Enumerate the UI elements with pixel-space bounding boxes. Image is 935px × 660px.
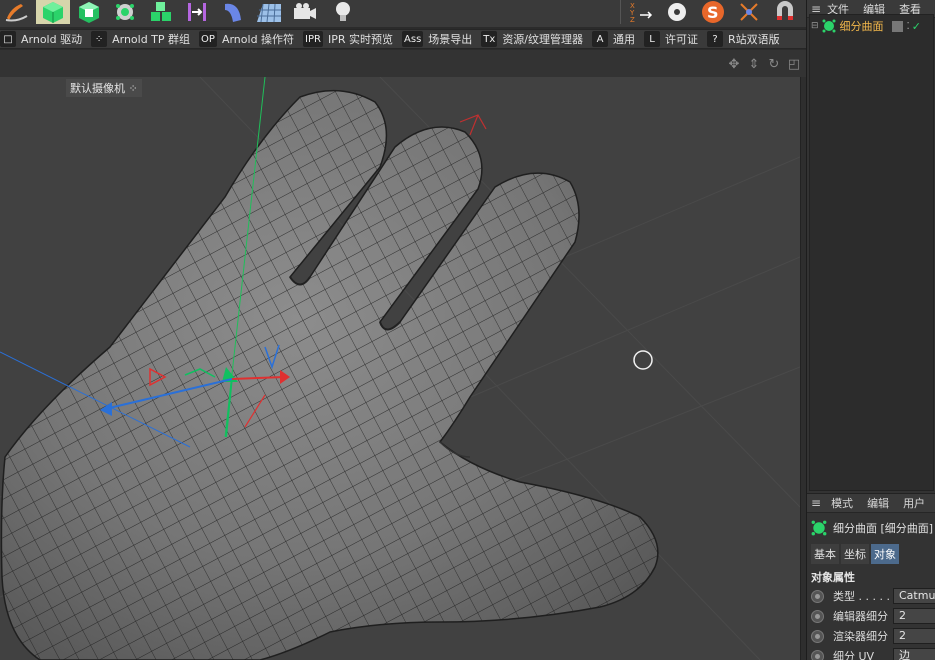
section-heading: 对象属性 [811, 571, 855, 584]
hierarchy-branch-icon: ⊟ [811, 21, 819, 31]
tab-basic[interactable]: 基本 [811, 544, 839, 564]
brush-icon[interactable] [0, 0, 34, 24]
render-subdiv-field[interactable]: 2 [893, 628, 935, 644]
plugin-item[interactable]: A 通用 [592, 30, 644, 48]
object-row-subdivision[interactable]: ⊟ 细分曲面 ⁚ ✓ [807, 16, 935, 36]
prop-type: 类型 . . . . . Catmull [811, 587, 935, 605]
rotate-view-icon[interactable]: ↻ [766, 56, 782, 72]
prop-label: 类型 . . . . . [833, 590, 890, 603]
plugin-icon: Ass [402, 31, 424, 47]
move-view-icon[interactable]: ✥ [726, 56, 742, 72]
object-name[interactable]: 细分曲面 [840, 18, 884, 34]
plugin-label: Arnold 驱动 [21, 33, 83, 46]
editor-subdiv-field[interactable]: 2 [893, 608, 935, 624]
zoom-view-icon[interactable]: ⇕ [746, 56, 762, 72]
light-bulb-icon[interactable] [326, 0, 360, 24]
cubes-icon[interactable] [144, 0, 178, 24]
attribute-tabs: 基本 坐标 对象 [811, 544, 899, 564]
attribute-title-text: 细分曲面 [细分曲面] [833, 522, 934, 535]
plugin-icon: Tx [481, 31, 498, 47]
tab-object[interactable]: 对象 [871, 544, 899, 564]
plugin-item[interactable]: ⁘ Arnold TP 群组 [91, 30, 199, 48]
keyframe-radio[interactable] [811, 609, 824, 623]
plugin-item[interactable]: Ass 场景导出 [402, 30, 481, 48]
gear-cube-icon[interactable] [108, 0, 142, 24]
plugin-menu-bar: □ Arnold 驱动 ⁘ Arnold TP 群组 OP Arnold 操作符 IPR IP… [0, 29, 806, 49]
plugin-label: IPR 实时预览 [327, 33, 394, 46]
plugin-icon: ⁘ [91, 31, 108, 47]
keyframe-radio[interactable] [811, 629, 824, 643]
prop-label: 渲染器细分 [833, 630, 888, 643]
right-panel: ≡ 文件 编辑 查看 ⊟ 细分曲面 ⁚ ✓ ≡ 模式 编辑 用户 细分曲面 [细… [806, 0, 935, 660]
app-window: XYZ S □ Arnold 驱动 ⁘ Arnold TP 群组 OP Arnold 操作… [0, 0, 935, 660]
camera-label-text: 默认摄像机 [70, 82, 125, 95]
plugin-icon: L [644, 31, 661, 47]
bracket-icon[interactable] [180, 0, 214, 24]
plugin-item[interactable]: ? R站双语版 [707, 30, 789, 48]
plugin-icon: A [592, 31, 609, 47]
magnet-icon[interactable] [768, 0, 802, 24]
plugin-icon: □ [0, 31, 16, 47]
maximize-view-icon[interactable]: ◰ [786, 56, 802, 72]
plugin-label: 资源/纹理管理器 [502, 33, 584, 46]
cube-selected-icon[interactable] [36, 0, 70, 24]
viewport-header: ✥ ⇕ ↻ ◰ [0, 50, 806, 77]
prop-label: 细分 UV [833, 650, 875, 660]
plugin-label: R站双语版 [728, 33, 780, 46]
cube-icon[interactable] [72, 0, 106, 24]
plugin-item[interactable]: IPR IPR 实时预览 [303, 30, 402, 48]
svg-text:Z: Z [630, 16, 635, 24]
visibility-dots-icon[interactable]: ⁚ [907, 21, 910, 32]
menu-mode[interactable]: 模式 [831, 495, 853, 511]
plugin-label: 场景导出 [428, 33, 473, 46]
cursor-circle-icon [633, 350, 653, 370]
plugin-label: Arnold 操作符 [221, 33, 295, 46]
camera-label[interactable]: 默认摄像机 ⁘ [66, 79, 142, 97]
menu-edit[interactable]: 编辑 [867, 495, 889, 511]
edit-tag-icon[interactable] [891, 20, 903, 32]
camera-small-icon: ⁘ [128, 82, 138, 95]
prop-render-subdiv: 渲染器细分 2 [811, 627, 935, 645]
object-list[interactable] [809, 14, 934, 491]
prop-label: 编辑器细分 [833, 610, 888, 623]
keyframe-radio[interactable] [811, 589, 824, 603]
plugin-label: 通用 [613, 33, 636, 46]
top-toolbar: XYZ S [0, 0, 806, 27]
attribute-manager-menu: ≡ 模式 编辑 用户 [807, 493, 935, 513]
plugin-icon: OP [199, 31, 217, 47]
gear-icon[interactable] [660, 0, 694, 24]
enabled-check-icon[interactable]: ✓ [912, 20, 921, 33]
prop-editor-subdiv: 编辑器细分 2 [811, 607, 935, 625]
plugin-item[interactable]: Tx 资源/纹理管理器 [481, 30, 592, 48]
keyframe-radio[interactable] [811, 649, 824, 660]
attribute-title: 细分曲面 [细分曲面] [811, 520, 933, 536]
plugin-label: 许可证 [665, 33, 699, 46]
3d-viewport[interactable]: 默认摄像机 ⁘ [0, 77, 800, 660]
floor-grid-icon[interactable] [252, 0, 286, 24]
subdiv-uv-dropdown[interactable]: 边 [893, 648, 935, 660]
hand-mesh[interactable] [0, 89, 659, 660]
svg-text:S: S [707, 3, 719, 22]
camera-icon[interactable] [288, 0, 322, 24]
subdivision-surface-icon [811, 520, 827, 536]
hamburger-icon[interactable]: ≡ [811, 496, 821, 510]
explode-icon[interactable] [732, 0, 766, 24]
plugin-item[interactable]: □ Arnold 驱动 [0, 30, 91, 48]
plugin-label: Arnold TP 群组 [112, 33, 191, 46]
viewport-scene [0, 77, 800, 660]
prop-subdiv-uv: 细分 UV 边 [811, 647, 935, 660]
subdivision-surface-icon [822, 19, 836, 33]
menu-user[interactable]: 用户 [903, 495, 925, 511]
tab-coord[interactable]: 坐标 [841, 544, 869, 564]
deform-icon[interactable] [216, 0, 250, 24]
xyz-axis-icon[interactable]: XYZ [624, 0, 658, 24]
plugin-item[interactable]: L 许可证 [644, 30, 707, 48]
plugin-icon: ? [707, 31, 724, 47]
plugin-icon: IPR [303, 31, 323, 47]
s-logo-icon[interactable]: S [696, 0, 730, 24]
prop-type-dropdown[interactable]: Catmull [893, 588, 935, 604]
plugin-item[interactable]: OP Arnold 操作符 [199, 30, 303, 48]
toolbar-separator [620, 0, 621, 24]
